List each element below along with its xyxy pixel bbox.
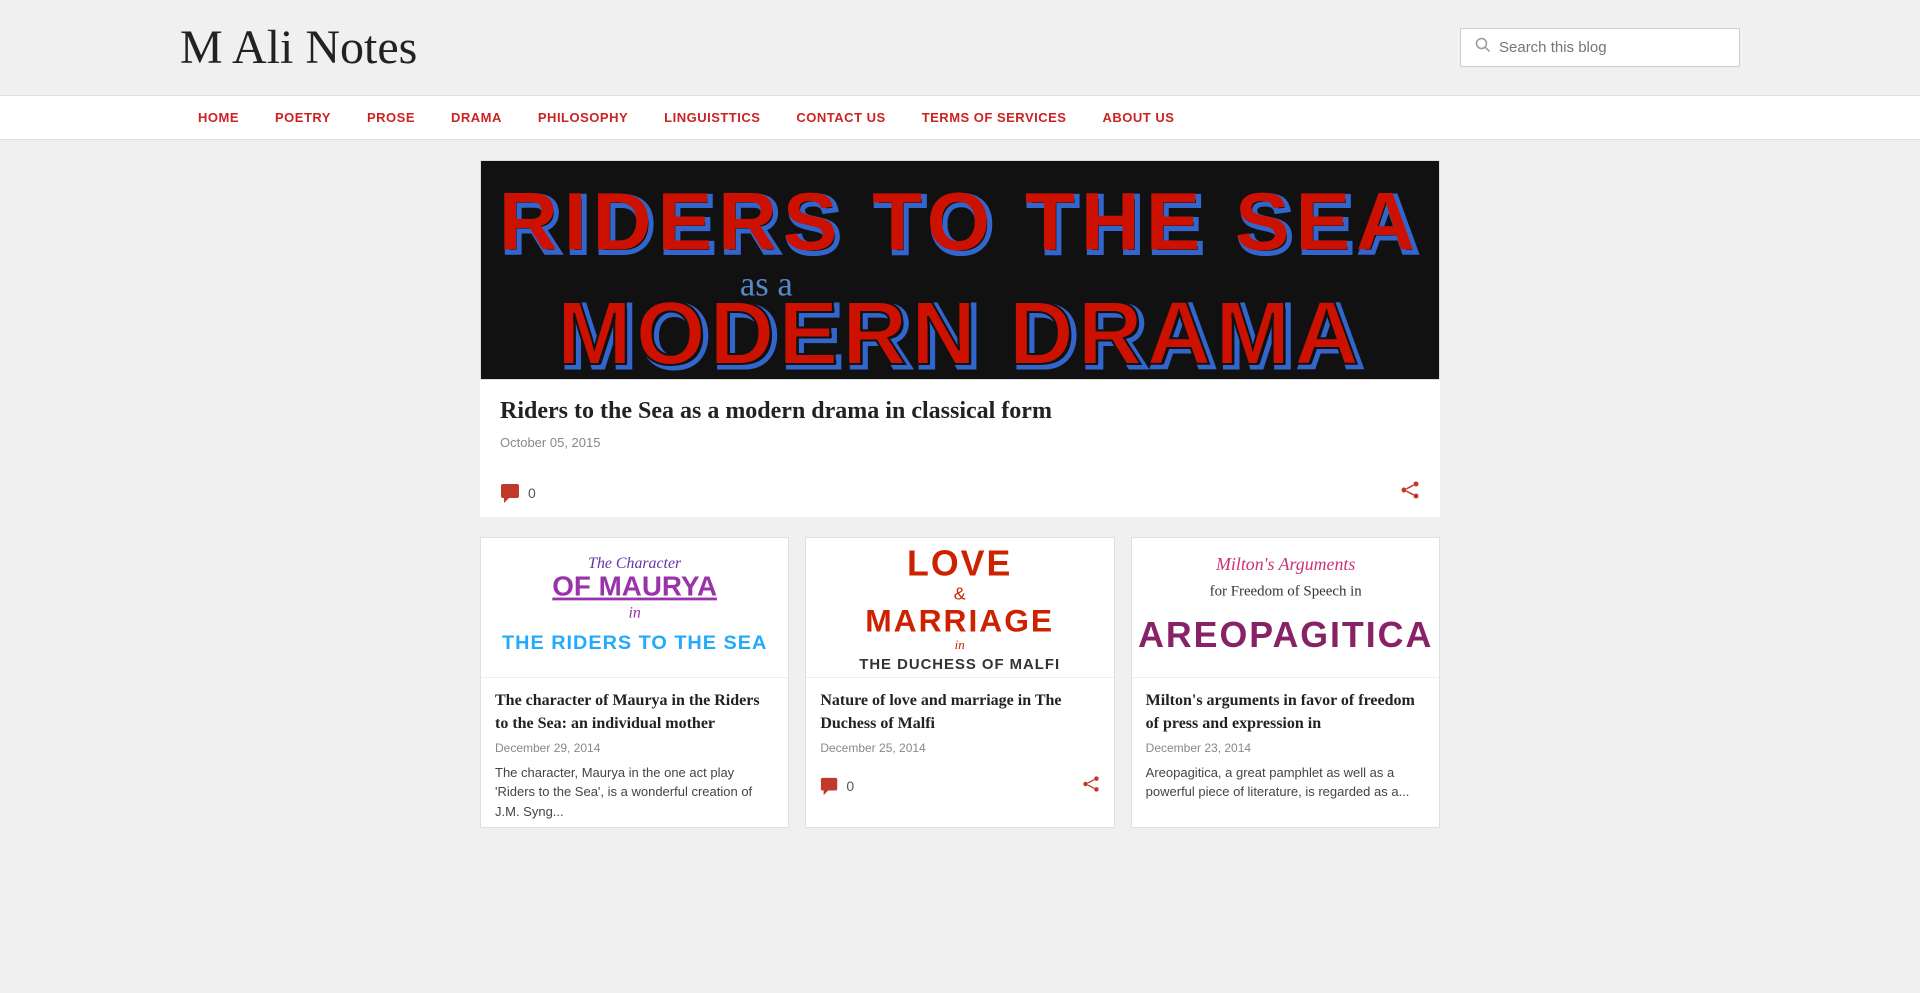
post-card-0: The Character OF MAURYA in THE RIDERS TO… [480, 537, 789, 828]
header: M Ali Notes [0, 0, 1920, 95]
post-card-image-2[interactable]: Milton's Arguments for Freedom of Speech… [1132, 538, 1439, 678]
post-card-title-0[interactable]: The character of Maurya in the Riders to… [495, 690, 774, 735]
post-card-content-0: The character of Maurya in the Riders to… [481, 678, 788, 827]
search-box[interactable] [1460, 28, 1740, 67]
svg-text:&: & [954, 584, 966, 604]
featured-post: RIDERS TO THE SEA RIDERS TO THE SEA RIDE… [480, 160, 1440, 517]
nav-philosophy[interactable]: PHILOSOPHY [520, 96, 646, 139]
nav-poetry[interactable]: POETRY [257, 96, 349, 139]
svg-text:RIDERS TO THE SEA: RIDERS TO THE SEA [499, 177, 1421, 268]
search-icon [1475, 37, 1491, 58]
svg-text:THE DUCHESS OF MALFI: THE DUCHESS OF MALFI [860, 657, 1061, 673]
post-comment-number-1: 0 [846, 778, 854, 794]
featured-post-footer: 0 [480, 472, 1440, 517]
svg-text:for Freedom of Speech in: for Freedom of Speech in [1209, 584, 1362, 600]
nav-contact[interactable]: CONTACT US [778, 96, 903, 139]
post-card-date-1: December 25, 2014 [820, 741, 1099, 755]
post-card-date-2: December 23, 2014 [1146, 741, 1425, 755]
svg-text:THE RIDERS TO THE SEA: THE RIDERS TO THE SEA [502, 632, 767, 654]
svg-text:AREOPAGITICA: AREOPAGITICA [1138, 615, 1433, 655]
post-card-1: LOVE & MARRIAGE in THE DUCHESS OF MALFI … [805, 537, 1114, 828]
svg-text:OF MAURYA: OF MAURYA [552, 571, 717, 602]
nav-home[interactable]: HOME [180, 96, 257, 139]
post-grid: The Character OF MAURYA in THE RIDERS TO… [480, 537, 1440, 828]
post-card-title-1[interactable]: Nature of love and marriage in The Duche… [820, 690, 1099, 735]
nav-prose[interactable]: PROSE [349, 96, 433, 139]
svg-text:Milton's Arguments: Milton's Arguments [1215, 554, 1355, 574]
featured-comment-count[interactable]: 0 [500, 482, 536, 504]
post-card-title-2[interactable]: Milton's arguments in favor of freedom o… [1146, 690, 1425, 735]
post-card-content-1: Nature of love and marriage in The Duche… [806, 678, 1113, 769]
post-comment-count-1[interactable]: 0 [820, 776, 854, 796]
nav: HOME POETRY PROSE DRAMA PHILOSOPHY LINGU… [0, 95, 1920, 140]
svg-text:LOVE: LOVE [907, 544, 1012, 584]
svg-text:The Character: The Character [588, 555, 682, 572]
svg-text:in: in [628, 605, 640, 622]
comment-number: 0 [528, 485, 536, 501]
comment-icon-1 [820, 776, 840, 796]
share-button-1[interactable] [1082, 775, 1100, 798]
featured-post-content: Riders to the Sea as a modern drama in c… [480, 380, 1440, 472]
post-card-content-2: Milton's arguments in favor of freedom o… [1132, 678, 1439, 808]
featured-post-date: October 05, 2015 [500, 435, 1420, 450]
nav-drama[interactable]: DRAMA [433, 96, 520, 139]
post-card-footer-1: 0 [806, 769, 1113, 808]
nav-about[interactable]: ABOUT US [1084, 96, 1192, 139]
featured-post-title[interactable]: Riders to the Sea as a modern drama in c… [500, 396, 1420, 427]
site-title: M Ali Notes [180, 20, 417, 75]
main-content: RIDERS TO THE SEA RIDERS TO THE SEA RIDE… [480, 140, 1440, 868]
nav-linguistics[interactable]: LINGUISTTICS [646, 96, 778, 139]
search-input[interactable] [1499, 39, 1725, 56]
nav-terms[interactable]: TERMS OF SERVICES [904, 96, 1085, 139]
svg-text:MODERN DRAMA: MODERN DRAMA [557, 284, 1363, 379]
post-card-date-0: December 29, 2014 [495, 741, 774, 755]
post-card-excerpt-0: The character, Maurya in the one act pla… [495, 763, 774, 822]
post-card-2: Milton's Arguments for Freedom of Speech… [1131, 537, 1440, 828]
svg-text:MARRIAGE: MARRIAGE [866, 603, 1055, 639]
post-card-image-1[interactable]: LOVE & MARRIAGE in THE DUCHESS OF MALFI [806, 538, 1113, 678]
svg-text:in: in [955, 638, 965, 652]
share-button[interactable] [1400, 480, 1420, 505]
post-card-image-0[interactable]: The Character OF MAURYA in THE RIDERS TO… [481, 538, 788, 678]
post-card-excerpt-2: Areopagitica, a great pamphlet as well a… [1146, 763, 1425, 802]
featured-post-image[interactable]: RIDERS TO THE SEA RIDERS TO THE SEA RIDE… [480, 160, 1440, 380]
comment-icon [500, 482, 522, 504]
